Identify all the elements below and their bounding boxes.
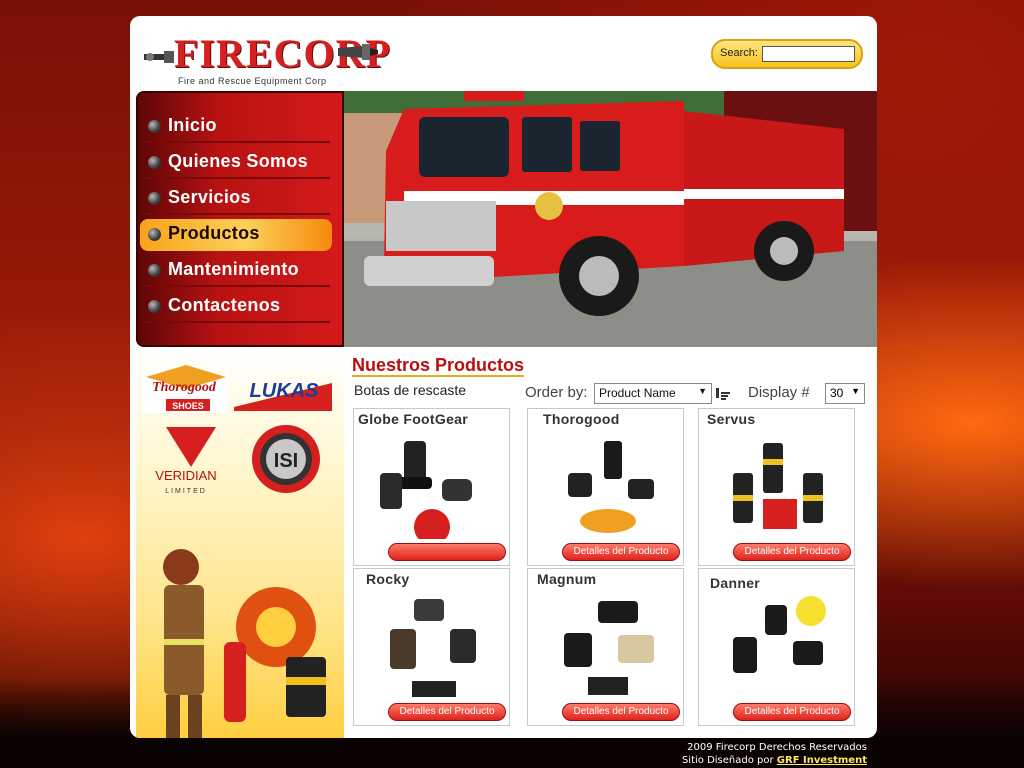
footer: 2009 Firecorp Derechos Reservados Sitio … [682,741,867,767]
nav-item-productos[interactable]: Productos [140,219,332,251]
product-card-servus[interactable]: Servus Detalles del Producto [698,408,855,566]
product-card-globe[interactable]: Globe FootGear [353,408,510,566]
thorogood-text: Thorogood [152,380,217,395]
page-frame: FIRECORP Fire and Rescue Equipment Corp … [130,16,877,738]
hose-nozzle-right-icon [338,44,378,60]
product-name: Globe FootGear [358,411,468,427]
order-by-value: Product Name [599,386,676,400]
boots-image [733,443,823,529]
nav-item-label: Productos [168,223,260,243]
page-title: Nuestros Productos [352,355,525,377]
sidebar-graphics: Thorogood SHOES LUKAS VERIDIAN LIMITED I… [142,365,332,738]
product-name: Magnum [537,571,597,587]
boots-image [568,441,654,533]
logo-tagline: Fire and Rescue Equipment Corp [178,76,327,86]
nav-item-servicios[interactable]: Servicios [144,183,330,215]
designed-by-text: Sitio Diseñado por [681,755,774,766]
nav-item-label: Mantenimiento [168,259,299,279]
product-details-button[interactable]: Detalles del Producto [733,703,851,721]
display-count-label: Display # [748,384,810,401]
product-name: Rocky [366,571,410,587]
main-nav: Inicio Quienes Somos Servicios Productos… [136,91,344,347]
isi-text: ISI [274,450,298,472]
boots-image [380,441,472,539]
thorogood-logo: Thorogood SHOES [142,365,228,413]
boots-image [564,601,654,695]
product-details-button[interactable]: Detalles del Producto [562,543,680,561]
product-card-magnum[interactable]: Magnum Detalles del Producto [527,568,684,726]
order-by-label: Order by: [525,384,588,401]
product-card-thorogood[interactable]: Thorogood Detalles del Producto [527,408,684,566]
search-box: Search: [711,39,863,69]
nav-item-label: Servicios [168,187,251,207]
product-card-danner[interactable]: Danner Detalles del Producto [698,568,855,726]
fire-truck-illustration [344,91,877,347]
product-details-button[interactable]: Detalles del Producto [562,703,680,721]
product-details-button[interactable] [388,543,506,561]
product-details-button[interactable]: Detalles del Producto [388,703,506,721]
designed-by-line: Sitio Diseñado por GRF Investment [682,754,867,767]
nav-item-inicio[interactable]: Inicio [144,111,330,143]
product-name: Servus [707,411,756,427]
category-label: Botas de rescaste [354,382,467,398]
veridian-logo: VERIDIAN LIMITED [155,427,217,495]
hero-fire-truck-image [344,91,877,347]
nav-item-mantenimiento[interactable]: Mantenimiento [144,255,330,287]
display-count-select[interactable]: 30 ▼ [825,383,865,404]
search-label: Search: [720,47,758,59]
sort-ascending-icon[interactable] [716,386,730,400]
bullet-icon [148,156,161,169]
firecorp-logo[interactable]: FIRECORP Fire and Rescue Equipment Corp [140,24,390,92]
bullet-icon [148,228,161,241]
boots-image [733,596,826,673]
lukas-text: LUKAS [250,380,320,402]
veridian-sub: LIMITED [165,488,207,495]
bullet-icon [148,300,161,313]
nav-item-quienes-somos[interactable]: Quienes Somos [144,147,330,179]
hose-nozzle-left-icon [144,51,174,63]
product-name: Danner [710,575,761,591]
firefighter-illustration [163,549,326,738]
product-details-button[interactable]: Detalles del Producto [733,543,851,561]
product-name: Thorogood [543,411,620,427]
order-by-select[interactable]: Product Name ▼ [594,383,712,404]
nav-item-contactenos[interactable]: Contactenos [144,291,330,323]
lukas-logo: LUKAS [234,380,332,411]
bullet-icon [148,264,161,277]
bullet-icon [148,120,161,133]
designer-link[interactable]: GRF Investment [777,755,867,766]
thorogood-sub: SHOES [172,401,204,411]
veridian-text: VERIDIAN [155,468,216,483]
product-card-rocky[interactable]: Rocky Detalles del Producto [353,568,510,726]
nav-item-label: Quienes Somos [168,151,308,171]
brands-sidebar: Thorogood SHOES LUKAS VERIDIAN LIMITED I… [136,347,344,738]
dropdown-arrow-icon: ▼ [851,386,860,396]
dropdown-arrow-icon: ▼ [698,386,707,396]
nav-item-label: Contactenos [168,295,281,315]
search-input[interactable] [762,46,855,62]
copyright-text: 2009 Firecorp Derechos Reservados [687,742,867,753]
bullet-icon [148,192,161,205]
nav-item-label: Inicio [168,115,217,135]
display-count-value: 30 [830,386,844,400]
boots-image [390,599,476,697]
isi-logo: ISI [252,425,320,493]
